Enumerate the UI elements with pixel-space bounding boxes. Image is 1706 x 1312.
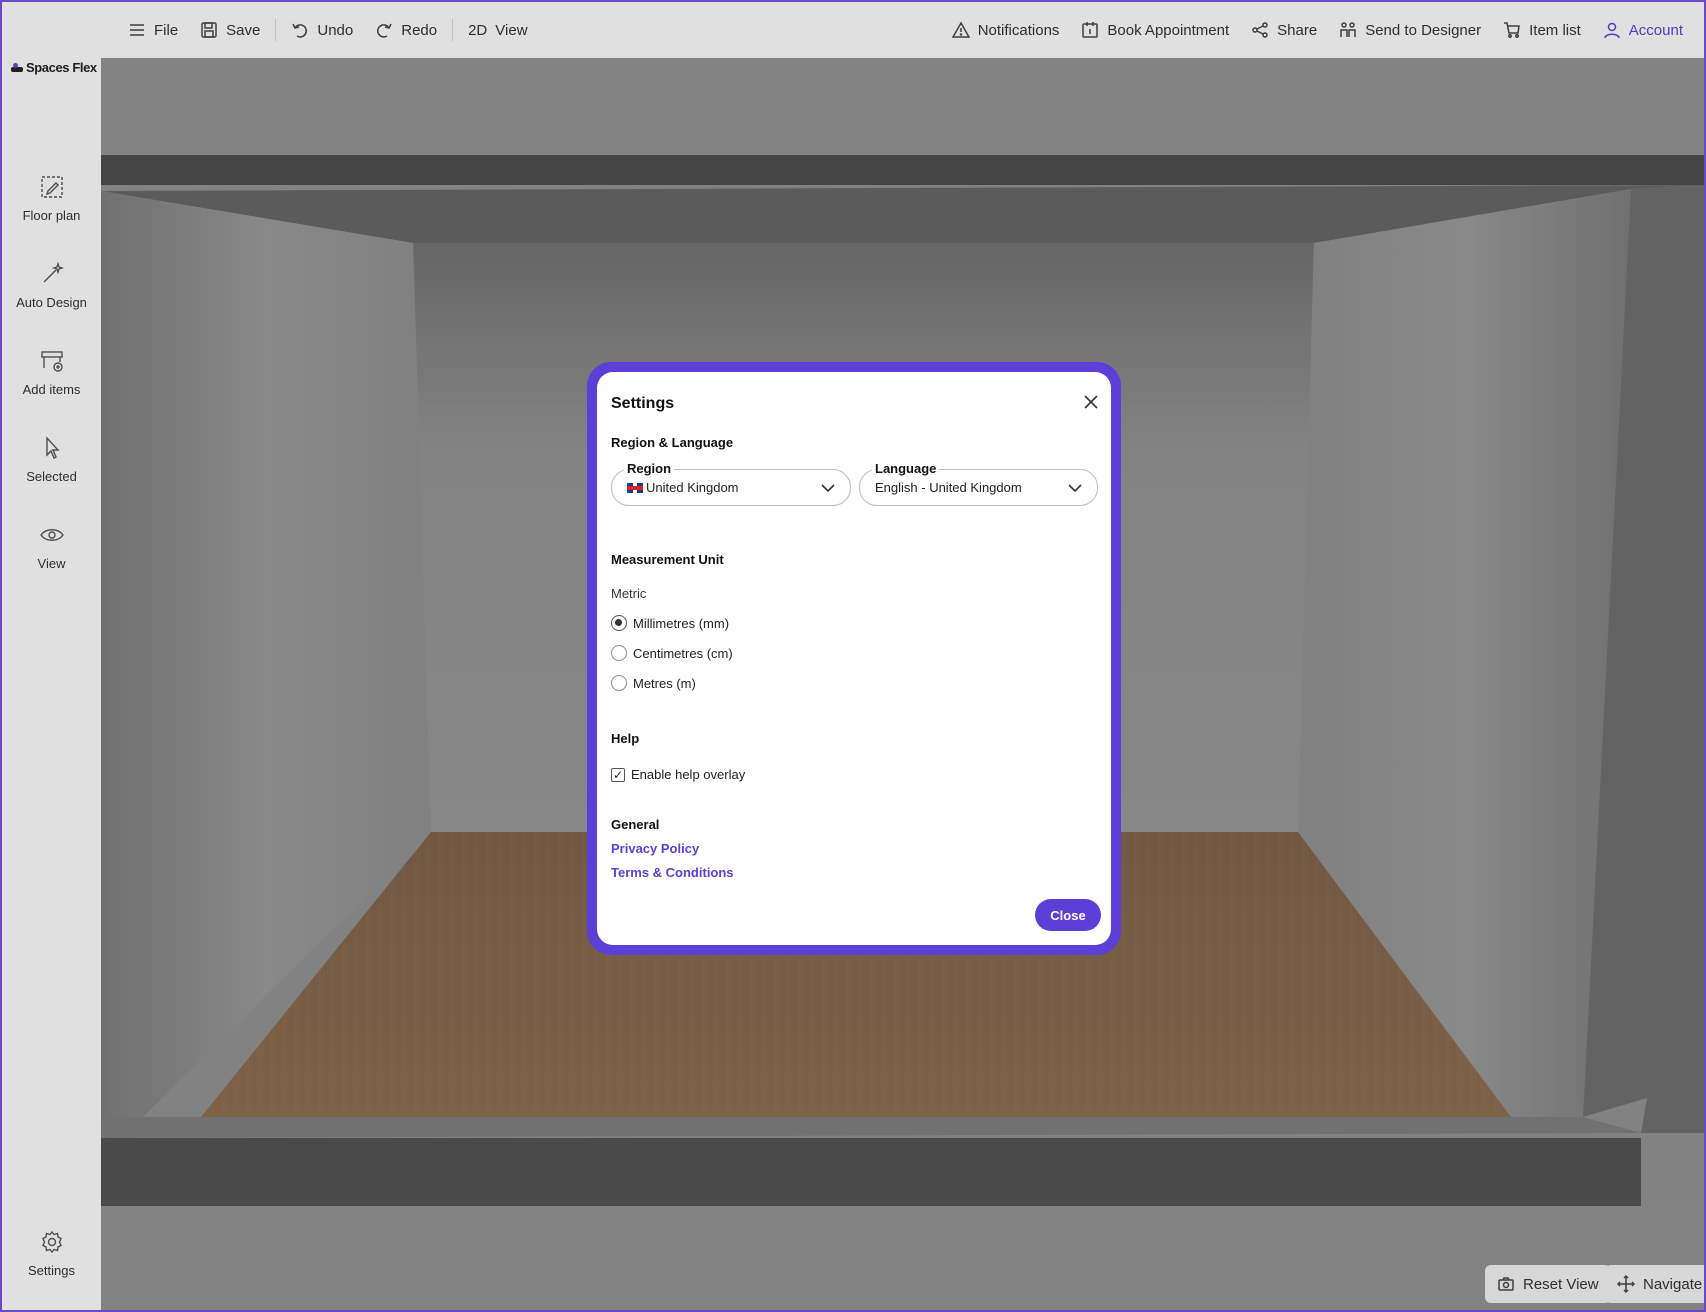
unit-radio-m[interactable]: Metres (m) [611, 675, 696, 691]
language-value: English - United Kingdom [875, 480, 1022, 495]
region-value: United Kingdom [646, 480, 739, 495]
radio-label: Metres (m) [633, 675, 696, 691]
checkbox[interactable]: ✓ [611, 767, 625, 782]
metric-label: Metric [611, 586, 647, 601]
uk-flag-icon [627, 482, 643, 493]
radio-button[interactable] [611, 615, 627, 631]
help-overlay-label: Enable help overlay [631, 767, 746, 782]
region-language-heading: Region & Language [611, 435, 734, 450]
unit-radio-cm[interactable]: Centimetres (cm) [611, 645, 733, 661]
language-legend: Language [872, 461, 940, 476]
radio-button[interactable] [611, 645, 627, 661]
help-heading: Help [611, 731, 640, 746]
settings-modal: Settings Region & Language Region United… [597, 372, 1111, 945]
radio-label: Millimetres (mm) [633, 615, 730, 631]
radio-label: Centimetres (cm) [633, 645, 733, 661]
chevron-down-icon [820, 480, 836, 496]
modal-title: Settings [611, 395, 675, 412]
privacy-policy-link[interactable]: Privacy Policy [611, 841, 699, 856]
general-heading: General [611, 817, 660, 832]
radio-button[interactable] [611, 675, 627, 691]
unit-radio-mm[interactable]: Millimetres (mm) [611, 615, 729, 631]
region-select[interactable]: Region United Kingdom [611, 461, 851, 506]
settings-modal-frame: Settings Region & Language Region United… [587, 362, 1121, 955]
language-select[interactable]: Language English - United Kingdom [859, 461, 1098, 506]
terms-conditions-link[interactable]: Terms & Conditions [611, 865, 734, 880]
chevron-down-icon [1067, 480, 1083, 496]
app-window: File Save Undo Redo 2D View Notification… [0, 0, 1706, 1312]
region-legend: Region [624, 461, 675, 476]
help-overlay-checkbox-row[interactable]: ✓ Enable help overlay [611, 767, 745, 782]
close-icon[interactable] [1081, 392, 1101, 412]
measurement-heading: Measurement Unit [611, 552, 724, 567]
close-button[interactable]: Close [1035, 899, 1101, 931]
